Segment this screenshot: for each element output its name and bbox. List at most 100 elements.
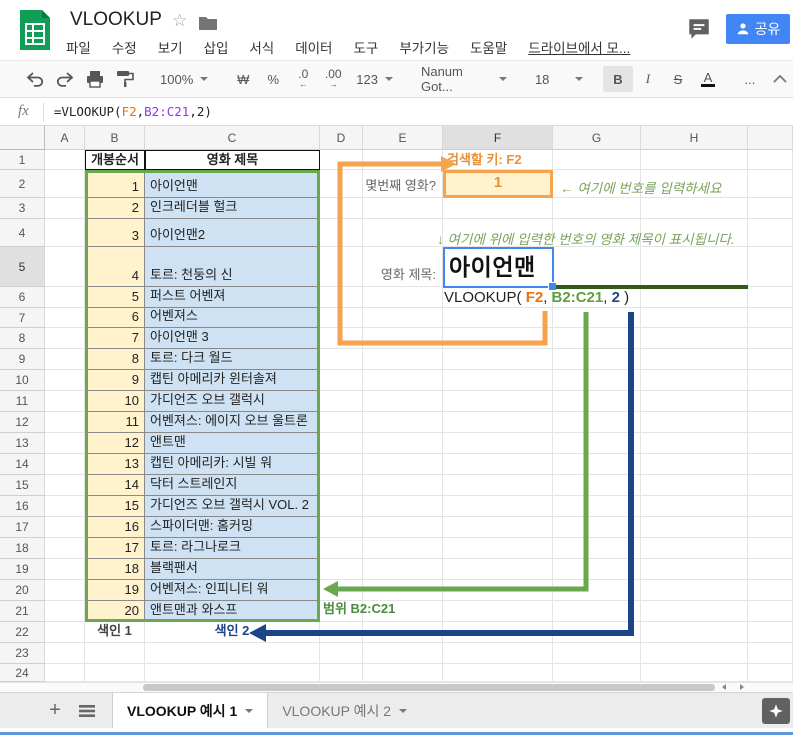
cell-I15[interactable] — [748, 475, 793, 496]
cell-D18[interactable] — [320, 538, 363, 559]
col-header-C[interactable]: C — [145, 126, 320, 150]
cell-I18[interactable] — [748, 538, 793, 559]
row-header-2[interactable]: 2 — [0, 170, 45, 198]
cell-C17[interactable]: 스파이더맨: 홈커밍 — [145, 517, 320, 538]
cell-B3[interactable]: 2 — [85, 198, 145, 219]
cell-G19[interactable] — [553, 559, 641, 580]
cell-G12[interactable] — [553, 412, 641, 433]
cell-D14[interactable] — [320, 454, 363, 475]
cell-G5[interactable] — [553, 247, 641, 287]
cell-C22[interactable]: 색인 2 — [145, 622, 320, 643]
cell-B21[interactable]: 20 — [85, 601, 145, 622]
cell-B8[interactable]: 7 — [85, 328, 145, 349]
cell-C18[interactable]: 토르: 라그나로크 — [145, 538, 320, 559]
row-header-12[interactable]: 12 — [0, 412, 45, 433]
cell-D6[interactable] — [320, 287, 363, 308]
row-header-24[interactable]: 24 — [0, 664, 45, 682]
cell-D1[interactable] — [320, 150, 363, 170]
cell-H6[interactable] — [641, 287, 748, 308]
cell-D22[interactable] — [320, 622, 363, 643]
cell-H8[interactable] — [641, 328, 748, 349]
cell-G14[interactable] — [553, 454, 641, 475]
cell-F9[interactable] — [443, 349, 553, 370]
cell-A20[interactable] — [45, 580, 85, 601]
cell-E8[interactable] — [363, 328, 443, 349]
cell-E13[interactable] — [363, 433, 443, 454]
row-header-7[interactable]: 7 — [0, 308, 45, 328]
cell-I1[interactable] — [748, 150, 793, 170]
row-header-18[interactable]: 18 — [0, 538, 45, 559]
cell-C23[interactable] — [145, 643, 320, 664]
row-header-6[interactable]: 6 — [0, 287, 45, 308]
cell-B2[interactable]: 1 — [85, 170, 145, 198]
cell-C16[interactable]: 가디언즈 오브 갤럭시 VOL. 2 — [145, 496, 320, 517]
cell-E19[interactable] — [363, 559, 443, 580]
cell-F18[interactable] — [443, 538, 553, 559]
cell-A9[interactable] — [45, 349, 85, 370]
cell-H22[interactable] — [641, 622, 748, 643]
scroll-right-icon[interactable] — [738, 683, 746, 691]
cell-E17[interactable] — [363, 517, 443, 538]
cell-H11[interactable] — [641, 391, 748, 412]
cell-A11[interactable] — [45, 391, 85, 412]
cell-I19[interactable] — [748, 559, 793, 580]
cell-G10[interactable] — [553, 370, 641, 391]
cell-E18[interactable] — [363, 538, 443, 559]
cell-A2[interactable] — [45, 170, 85, 198]
cell-I3[interactable] — [748, 198, 793, 219]
cell-A16[interactable] — [45, 496, 85, 517]
cell-D11[interactable] — [320, 391, 363, 412]
row-header-22[interactable]: 22 — [0, 622, 45, 643]
cell-D15[interactable] — [320, 475, 363, 496]
cell-F2[interactable]: 1 — [443, 170, 553, 198]
row-header-1[interactable]: 1 — [0, 150, 45, 170]
row-header-10[interactable]: 10 — [0, 370, 45, 391]
cell-H12[interactable] — [641, 412, 748, 433]
all-sheets-icon[interactable] — [70, 693, 104, 728]
col-header-I[interactable] — [748, 126, 793, 150]
row-header-16[interactable]: 16 — [0, 496, 45, 517]
cell-G3[interactable] — [553, 198, 641, 219]
cell-G11[interactable] — [553, 391, 641, 412]
cell-H24[interactable] — [641, 664, 748, 682]
row-header-8[interactable]: 8 — [0, 328, 45, 349]
cell-I23[interactable] — [748, 643, 793, 664]
cell-A3[interactable] — [45, 198, 85, 219]
cell-G23[interactable] — [553, 643, 641, 664]
cell-F11[interactable] — [443, 391, 553, 412]
cell-E10[interactable] — [363, 370, 443, 391]
cell-G22[interactable] — [553, 622, 641, 643]
row-header-11[interactable]: 11 — [0, 391, 45, 412]
sheet-tab-2[interactable]: VLOOKUP 예시 2 — [268, 693, 421, 728]
cell-A21[interactable] — [45, 601, 85, 622]
cell-I17[interactable] — [748, 517, 793, 538]
cell-E22[interactable] — [363, 622, 443, 643]
row-header-13[interactable]: 13 — [0, 433, 45, 454]
cell-H20[interactable] — [641, 580, 748, 601]
cell-F21[interactable] — [443, 601, 553, 622]
cell-C10[interactable]: 캡틴 아메리카 윈터솔져 — [145, 370, 320, 391]
cell-A13[interactable] — [45, 433, 85, 454]
cell-C13[interactable]: 앤트맨 — [145, 433, 320, 454]
cell-C15[interactable]: 닥터 스트레인지 — [145, 475, 320, 496]
cell-B17[interactable]: 16 — [85, 517, 145, 538]
cell-C24[interactable] — [145, 664, 320, 682]
cell-I24[interactable] — [748, 664, 793, 682]
cell-C11[interactable]: 가디언즈 오브 갤럭시 — [145, 391, 320, 412]
scrollbar-thumb[interactable] — [143, 684, 715, 691]
cell-G24[interactable] — [553, 664, 641, 682]
cell-H15[interactable] — [641, 475, 748, 496]
cell-I16[interactable] — [748, 496, 793, 517]
cell-I9[interactable] — [748, 349, 793, 370]
add-sheet-button[interactable]: + — [40, 693, 70, 728]
cell-D8[interactable] — [320, 328, 363, 349]
cell-H16[interactable] — [641, 496, 748, 517]
cell-F23[interactable] — [443, 643, 553, 664]
cell-D4[interactable] — [320, 219, 363, 247]
row-header-21[interactable]: 21 — [0, 601, 45, 622]
cell-D19[interactable] — [320, 559, 363, 580]
cell-E16[interactable] — [363, 496, 443, 517]
cell-E1[interactable] — [363, 150, 443, 170]
cell-C2[interactable]: 아이언맨 — [145, 170, 320, 198]
cell-E24[interactable] — [363, 664, 443, 682]
